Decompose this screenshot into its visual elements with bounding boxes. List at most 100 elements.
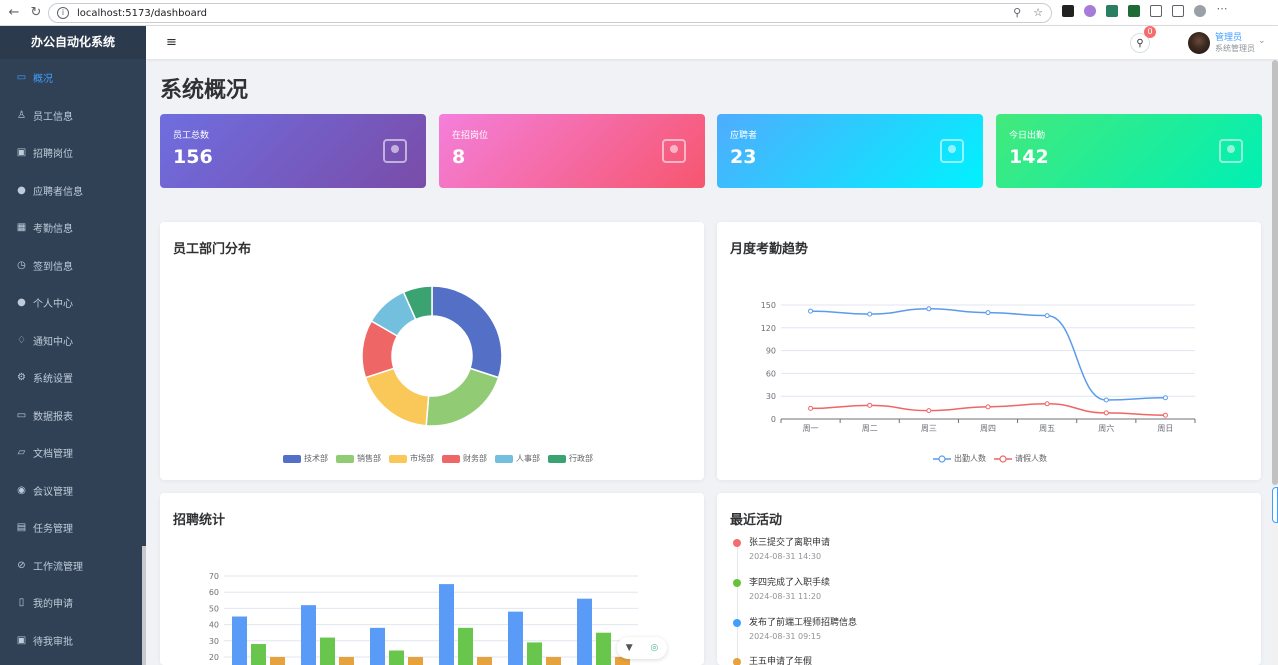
sidebar-item[interactable]: ● 应聘者信息 [0, 172, 146, 210]
bar[interactable] [508, 611, 523, 665]
site-info-icon[interactable]: i [57, 7, 69, 19]
sidebar-item[interactable]: ▣ 招聘岗位 [0, 134, 146, 172]
sidebar-item[interactable]: ▦ 考勤信息 [0, 209, 146, 247]
data-point[interactable] [808, 405, 814, 411]
sidebar-item-label: 系统设置 [33, 374, 73, 386]
legend-item[interactable]: 请假人数 [994, 453, 1047, 464]
target-icon[interactable]: ◎ [650, 643, 658, 653]
stat-card[interactable]: 员工总数 156 [160, 114, 426, 188]
bar[interactable] [577, 598, 592, 665]
bar[interactable] [389, 650, 404, 665]
report-icon: ▭ [16, 409, 27, 421]
series-line[interactable] [810, 308, 1166, 401]
hamburger-icon[interactable]: ≡ [166, 35, 177, 50]
stat-card[interactable]: 今日出勤 142 [996, 114, 1262, 188]
legend-swatch [442, 454, 460, 463]
data-point[interactable] [1162, 412, 1168, 418]
sidebar-item[interactable]: ♙ 员工信息 [0, 97, 146, 135]
side-tab[interactable] [1272, 487, 1278, 523]
legend-item[interactable]: 人事部 [495, 453, 540, 464]
bar[interactable] [270, 657, 285, 665]
data-point[interactable] [808, 308, 814, 314]
chevron-down-icon[interactable]: ⌄ [1258, 36, 1266, 46]
bar[interactable] [370, 627, 385, 665]
data-point[interactable] [926, 408, 932, 414]
star-icon[interactable]: ☆ [1033, 6, 1043, 19]
key-icon[interactable]: ⚲ [1013, 6, 1021, 19]
sidebar-item[interactable]: ▣ 待我审批 [0, 622, 146, 660]
bar[interactable] [439, 584, 454, 665]
bar[interactable] [596, 632, 611, 665]
url-text[interactable]: localhost:5173/dashboard [77, 8, 207, 19]
sidebar-item[interactable]: ● 个人中心 [0, 284, 146, 322]
sidebar-item[interactable]: ▭ 概况 [0, 59, 146, 97]
sidebar-item[interactable]: ▱ 文档管理 [0, 434, 146, 472]
bar[interactable] [251, 644, 266, 665]
bar[interactable] [232, 616, 247, 665]
panel-title: 最近活动 [730, 513, 783, 528]
data-point[interactable] [985, 404, 991, 410]
sidebar-item[interactable]: ▯ 我的申请 [0, 584, 146, 622]
stat-card[interactable]: 应聘者 23 [717, 114, 983, 188]
favorites-icon[interactable] [1172, 5, 1184, 17]
data-point[interactable] [1044, 401, 1050, 407]
sidebar-item[interactable]: ⚙ 系统设置 [0, 359, 146, 397]
data-point[interactable] [1162, 395, 1168, 401]
puzzle-icon[interactable] [1150, 5, 1162, 17]
sidebar-item[interactable]: ▤ 任务管理 [0, 509, 146, 547]
legend-marker [994, 454, 1012, 463]
reload-icon[interactable]: ↻ [28, 5, 44, 21]
address-bar[interactable]: i localhost:5173/dashboard ⚲ ☆ [48, 3, 1052, 23]
sidebar-item[interactable]: ⊘ 工作流管理 [0, 547, 146, 585]
more-icon[interactable]: ⋯ [1216, 3, 1228, 17]
data-point[interactable] [985, 310, 991, 316]
dept-chart-panel: 员工部门分布 技术部 销售部 市场部 财务部 人事部 行政部 [160, 222, 704, 480]
legend-item[interactable]: 技术部 [283, 453, 328, 464]
sidebar-item[interactable]: ◷ 签到信息 [0, 247, 146, 285]
bar[interactable] [408, 657, 423, 665]
filter-icon[interactable]: ▼ [626, 643, 633, 653]
bar[interactable] [339, 657, 354, 665]
bar[interactable] [527, 642, 542, 665]
data-point[interactable] [1044, 313, 1050, 319]
legend-item[interactable]: 市场部 [389, 453, 434, 464]
stat-card[interactable]: 在招岗位 8 [439, 114, 705, 188]
user-name[interactable]: 管理员 [1215, 33, 1242, 43]
sidebar-item[interactable]: ♢ 通知中心 [0, 322, 146, 360]
extension-icon[interactable] [1062, 5, 1074, 17]
data-point[interactable] [867, 311, 873, 317]
sidebar-scrollbar[interactable] [142, 546, 146, 665]
pie-slice[interactable] [364, 367, 430, 427]
bar[interactable] [320, 637, 335, 665]
profile-icon[interactable] [1194, 5, 1206, 17]
avatar[interactable] [1188, 32, 1210, 54]
extension-icon[interactable] [1106, 5, 1118, 17]
briefcase-icon [662, 139, 686, 163]
sidebar-item[interactable]: ◉ 会议管理 [0, 472, 146, 510]
page-title: 系统概况 [160, 78, 249, 103]
bar[interactable] [458, 627, 473, 665]
bar[interactable] [301, 605, 316, 665]
legend-item[interactable]: 行政部 [548, 453, 593, 464]
bar[interactable] [477, 657, 492, 665]
data-point[interactable] [1103, 410, 1109, 416]
legend-item[interactable]: 销售部 [336, 453, 381, 464]
sidebar-item-label: 通知中心 [33, 336, 73, 348]
extension-icon[interactable] [1084, 5, 1096, 17]
legend-item[interactable]: 出勤人数 [933, 453, 986, 464]
pie-slice[interactable] [425, 367, 500, 427]
data-point[interactable] [926, 306, 932, 312]
legend-label: 市场部 [410, 454, 434, 463]
monitor-icon: ▭ [16, 72, 27, 84]
bar[interactable] [546, 657, 561, 665]
data-point[interactable] [867, 402, 873, 408]
data-point[interactable] [1103, 397, 1109, 403]
sidebar-item[interactable]: ▭ 数据报表 [0, 397, 146, 435]
y-tick-label: 30 [209, 637, 219, 646]
pie-slice[interactable] [431, 285, 503, 379]
extension-icon[interactable] [1128, 5, 1140, 17]
scrollbar-thumb[interactable] [1272, 60, 1278, 485]
back-icon[interactable]: ← [6, 5, 22, 21]
legend-item[interactable]: 财务部 [442, 453, 487, 464]
page-scrollbar[interactable] [1272, 60, 1278, 665]
